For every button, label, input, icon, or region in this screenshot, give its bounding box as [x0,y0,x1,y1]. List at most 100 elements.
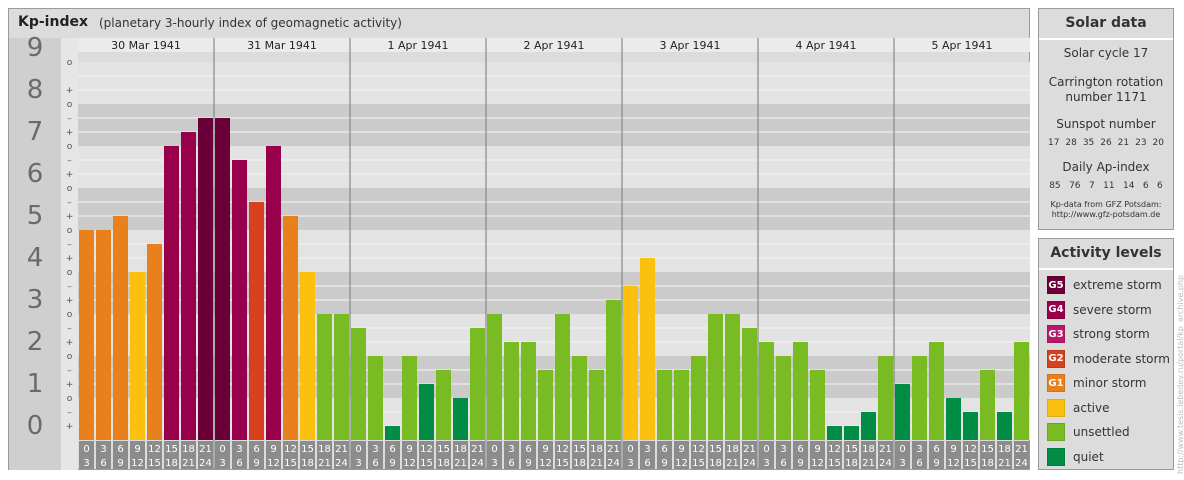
day-label: 31 Mar 1941 [247,39,317,52]
hour-tick-end: 21 [862,458,875,469]
sunspot-value: 26 [1100,138,1112,148]
kp-bar [521,342,536,440]
kp-bar [555,314,570,440]
hour-tick-end: 12 [539,458,552,469]
hour-tick-start: 0 [491,444,497,455]
kp-bar [317,314,332,440]
hour-tick-end: 12 [267,458,280,469]
hour-tick-end: 24 [199,458,212,469]
activity-level-item: active [1047,398,1109,418]
kp-bar [946,398,961,440]
kp-bar [436,369,451,440]
hour-tick-end: 15 [556,458,569,469]
hour-tick-end: 9 [389,458,395,469]
minor-tick-label: o [67,394,73,404]
hour-tick-end: 18 [437,458,450,469]
kp-bar [776,356,791,440]
hour-tick-end: 12 [131,458,144,469]
activity-level-swatch: G1 [1047,374,1065,392]
hour-tick-start: 0 [355,444,361,455]
hour-tick-end: 24 [1015,458,1028,469]
minor-tick-label: – [67,282,72,292]
hour-tick-start: 21 [471,444,484,455]
activity-level-label: unsettled [1073,425,1130,439]
kp-bar [725,314,740,440]
activity-level-swatch: G2 [1047,349,1065,368]
y-tick-label: 5 [27,201,44,231]
kp-bar [266,146,281,440]
kp-bar [895,384,910,440]
carrington-line2: number 1171 [1065,90,1147,104]
minor-tick-label: – [67,198,72,208]
hour-tick-start: 12 [556,444,569,455]
kp-bar [147,243,162,440]
hour-tick-end: 3 [219,458,225,469]
hour-tick-end: 15 [284,458,297,469]
hour-tick-start: 9 [270,444,276,455]
hour-tick-start: 18 [862,444,875,455]
hour-tick-start: 15 [845,444,858,455]
hour-tick-start: 15 [709,444,722,455]
solar-data-heading: Solar data [1039,9,1173,40]
sunspot-label: Sunspot number [1056,117,1156,131]
hour-tick-start: 6 [797,444,803,455]
kp-bar [606,300,621,440]
hour-tick-start: 9 [678,444,684,455]
y-tick-label: 1 [27,369,44,399]
kp-bar-chart: 0123456789+–o+–o+–o+–o+–o+–o+–o+–o+o30 M… [9,33,1030,470]
hour-tick-end: 12 [403,458,416,469]
activity-level-swatch: G5 [1047,276,1065,294]
kp-bar [827,426,842,440]
ap-values: 85 76 7 11 14 6 6 [1039,181,1173,191]
minor-tick-label: – [67,114,72,124]
minor-tick-label: o [67,58,73,68]
activity-level-label: minor storm [1073,376,1147,390]
sunspot-value: 35 [1082,138,1095,148]
kp-bar [878,356,893,440]
minor-tick-label: o [67,184,73,194]
kp-bar [453,398,468,440]
y-tick-label: 3 [27,285,44,315]
hour-tick-start: 0 [219,444,225,455]
ap-value: 14 [1122,181,1135,191]
kp-bar [368,356,383,440]
minor-tick-label: – [67,366,72,376]
kp-bar [113,216,128,440]
kp-bar [504,342,519,440]
y-tick-label: 9 [27,33,44,63]
activity-level-label: moderate storm [1073,351,1170,366]
minor-tick-label: – [67,156,72,166]
hour-tick-start: 0 [83,444,89,455]
hour-tick-start: 12 [964,444,977,455]
minor-tick-label: + [66,212,74,222]
hour-tick-end: 24 [471,458,484,469]
day-label: 4 Apr 1941 [795,39,856,52]
hour-tick-end: 18 [301,458,314,469]
kp-bar [96,230,111,440]
hour-tick-start: 3 [644,444,650,455]
hour-tick-start: 18 [182,444,195,455]
hour-tick-end: 18 [165,458,178,469]
minor-tick-label: + [66,128,74,138]
kp-bar [997,411,1012,440]
y-tick-label: 2 [27,327,44,357]
kp-bar [810,369,825,440]
kp-bar [419,384,434,440]
hour-tick-start: 6 [389,444,395,455]
hour-tick-start: 9 [542,444,548,455]
sunspot-values: 17 28 35 26 21 23 20 [1039,138,1173,148]
hour-tick-start: 18 [590,444,603,455]
hour-tick-start: 3 [508,444,514,455]
kp-bar [708,314,723,440]
kp-bar [283,216,298,440]
y-tick-label: 0 [27,411,44,441]
hour-tick-end: 18 [981,458,994,469]
hour-tick-end: 6 [644,458,650,469]
activity-levels-panel: Activity levels G5 extreme storm G4 severe … [1038,238,1174,470]
kp-bar [385,426,400,440]
activity-level-label: strong storm [1073,327,1150,341]
hour-tick-start: 15 [573,444,586,455]
hour-tick-start: 21 [879,444,892,455]
minor-tick-label: + [66,380,74,390]
activity-level-swatch [1047,447,1065,466]
